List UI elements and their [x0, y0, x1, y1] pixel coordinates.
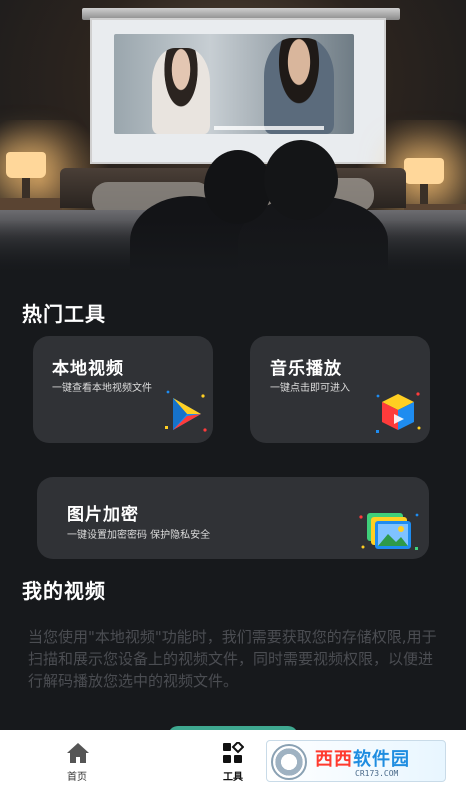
- photo-stack-icon: [359, 513, 419, 550]
- card-title: 音乐播放: [270, 359, 342, 379]
- music-play-card[interactable]: 音乐播放 一键点击即可进入: [250, 336, 430, 443]
- watermark-name-red: 西西: [315, 749, 353, 770]
- home-icon: [67, 743, 89, 763]
- nav-label: 工具: [223, 772, 243, 783]
- lamp-right-base: [420, 184, 428, 204]
- projector-screen: [90, 18, 386, 164]
- lamp-right: [404, 158, 444, 184]
- card-title: 图片加密: [67, 505, 139, 525]
- cube-icon: [376, 392, 421, 433]
- card-description: 一键设置加密密码 保护隐私安全: [67, 530, 211, 541]
- image-encrypt-card[interactable]: 图片加密 一键设置加密密码 保护隐私安全: [37, 477, 429, 559]
- card-description: 一键查看本地视频文件: [52, 383, 152, 394]
- nav-label: 首页: [67, 772, 87, 783]
- watermark-emblem-icon: [271, 744, 307, 780]
- movie-actor: [264, 38, 334, 134]
- permission-notice: 当您使用"本地视频"功能时，我们需要获取您的存储权限,用于扫描和展示您设备上的视…: [28, 628, 437, 690]
- watermark-name: 西西软件园: [315, 745, 410, 771]
- hot-tools-title: 热门工具: [22, 302, 106, 326]
- nav-item-tools[interactable]: 工具: [193, 730, 273, 792]
- hero-fade: [0, 220, 466, 270]
- local-video-card[interactable]: 本地视频 一键查看本地视频文件: [33, 336, 213, 443]
- card-description: 一键点击即可进入: [270, 383, 350, 394]
- movie-frame: [114, 34, 354, 134]
- watermark-url: CR173.COM: [355, 769, 399, 778]
- lamp-left-base: [22, 178, 30, 198]
- silhouette-head-right: [264, 140, 338, 220]
- watermark-logo: 西西软件园 CR173.COM: [266, 740, 446, 782]
- play-triangle-icon: [165, 390, 207, 432]
- lamp-left: [6, 152, 46, 178]
- grid-diamond-icon: [223, 742, 244, 763]
- card-title: 本地视频: [52, 359, 124, 379]
- movie-actress: [152, 48, 210, 134]
- silhouette-head-left: [204, 150, 272, 224]
- hero-banner-image: [0, 0, 466, 270]
- watermark-name-blue: 软件园: [353, 749, 410, 770]
- nav-item-home[interactable]: 首页: [37, 730, 117, 792]
- my-videos-title: 我的视频: [22, 579, 106, 603]
- movie-subtitle: [214, 126, 324, 130]
